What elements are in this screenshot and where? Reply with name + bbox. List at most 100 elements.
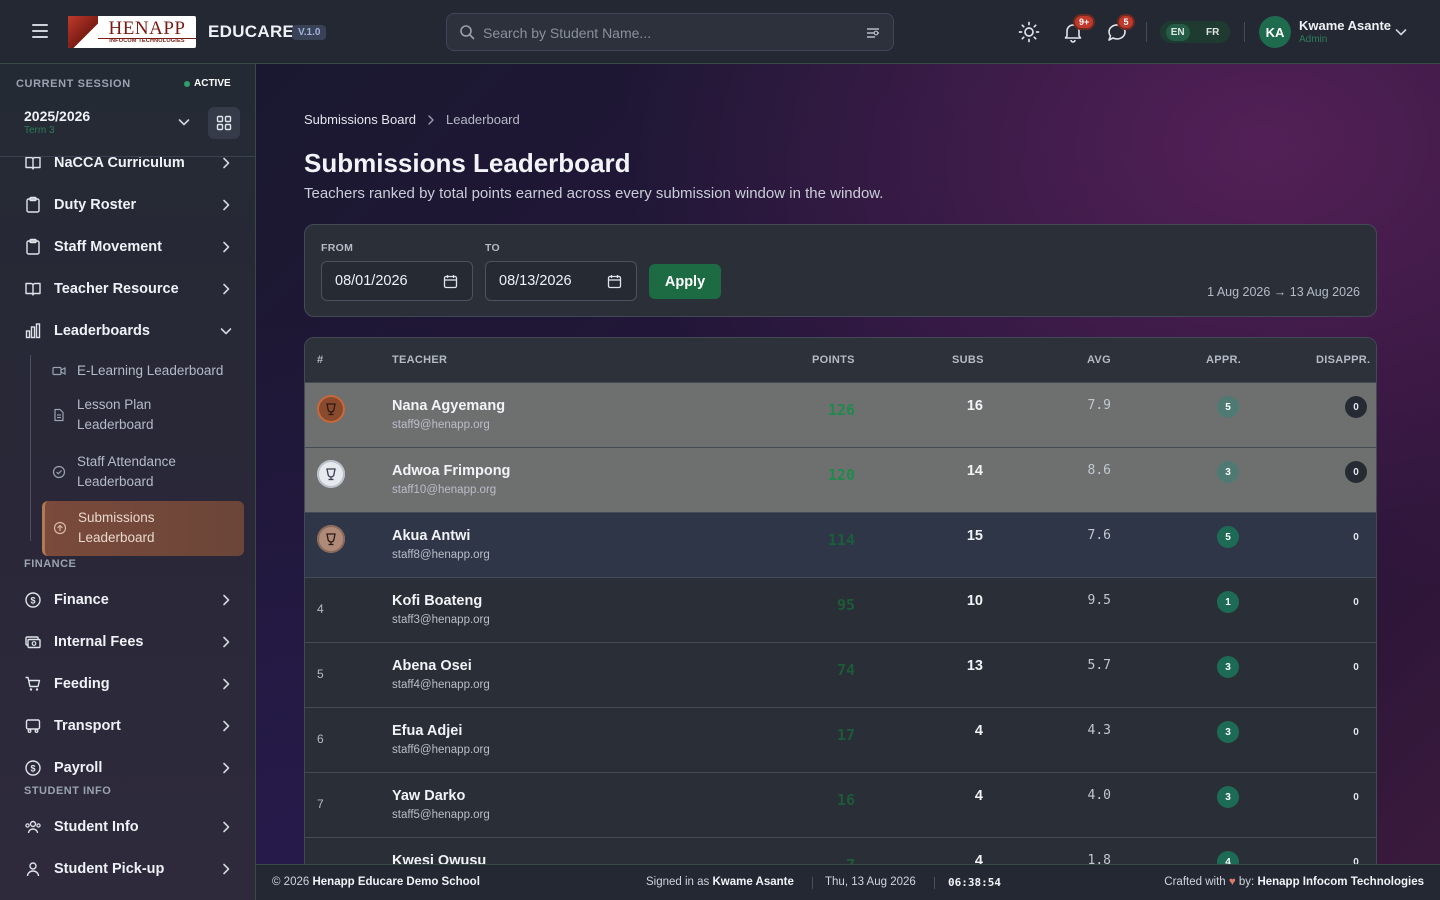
sidebar-subitem-elearning-leaderboard[interactable]: E-Learning Leaderboard — [42, 357, 244, 385]
points-value: 114 — [827, 531, 855, 549]
teacher-email: staff10@henapp.org — [392, 484, 497, 496]
approved-count-badge: 5 — [1217, 396, 1239, 418]
sidebar-item-transport[interactable]: Transport — [8, 706, 248, 746]
upload-icon — [53, 521, 67, 535]
table-row[interactable]: 5 Abena Osei staff4@henapp.org 74 13 5.7 3 0 — [305, 643, 1376, 708]
clipboard-icon — [26, 196, 40, 213]
calendar-icon[interactable] — [443, 274, 458, 289]
notifications-button[interactable]: 9+ — [1061, 14, 1096, 44]
logo-mark — [68, 16, 98, 48]
search-icon — [460, 25, 475, 40]
teacher-name[interactable]: Yaw Darko — [392, 788, 465, 804]
table-row[interactable]: 6 Efua Adjei staff6@henapp.org 17 4 4.3 3 0 — [305, 708, 1376, 773]
disapproved-count-badge: 0 — [1353, 531, 1359, 543]
messages-badge: 5 — [1117, 14, 1135, 30]
page-subtitle: Teachers ranked by total points earned a… — [304, 185, 884, 202]
submenu-rail — [30, 355, 31, 541]
sidebar-subitem-staff-attendance-leaderboard[interactable]: Staff Attendance Leaderboard — [42, 450, 244, 494]
column-header-disapproved[interactable]: DISAPPR. — [1316, 354, 1370, 366]
table-row[interactable]: 7 Yaw Darko staff5@henapp.org 16 4 4.0 3 0 — [305, 773, 1376, 838]
lang-en-button[interactable]: EN — [1165, 23, 1190, 41]
user-name[interactable]: Kwame Asante — [1299, 18, 1391, 33]
app-brand: EDUCARE — [208, 22, 295, 41]
session-select[interactable]: 2025/2026 Term 3 — [16, 100, 198, 144]
sidebar-item-leaderboards[interactable]: Leaderboards — [8, 311, 248, 351]
from-date-field[interactable]: 08/01/2026 — [321, 261, 473, 301]
session-year: 2025/2026 — [24, 108, 91, 124]
messages-button[interactable]: 5 — [1105, 14, 1135, 44]
logo: HENAPP INFOCOM TECHNOLOGIES — [68, 16, 196, 48]
sidebar-nav[interactable]: NaCCA Curriculum Duty Roster Staff Movem… — [0, 157, 255, 900]
sidebar-item-staff-movement[interactable]: Staff Movement — [8, 227, 248, 267]
dollar-circle-icon: $ — [25, 592, 41, 608]
search-input[interactable] — [483, 22, 843, 44]
apps-grid-button[interactable] — [208, 107, 240, 139]
table-row[interactable]: 8Kwesi Owusu741.840 — [305, 838, 1376, 864]
notifications-badge: 9+ — [1073, 14, 1096, 30]
table-row[interactable]: Akua Antwi staff8@henapp.org 114 15 7.6 5 0 — [305, 513, 1376, 578]
sidebar-item-internal-fees[interactable]: Internal Fees — [8, 622, 248, 662]
teacher-email: staff6@henapp.org — [392, 744, 490, 756]
document-icon — [54, 408, 64, 422]
to-date-field[interactable]: 08/13/2026 — [485, 261, 637, 301]
disapproved-count-badge: 0 — [1353, 596, 1359, 608]
rank-number: 7 — [317, 797, 324, 811]
sidebar-item-duty-roster[interactable]: Duty Roster — [8, 185, 248, 225]
credit-company[interactable]: Henapp Infocom Technologies — [1257, 876, 1424, 888]
teacher-name[interactable]: Kofi Boateng — [392, 593, 482, 609]
teacher-name[interactable]: Akua Antwi — [392, 528, 470, 544]
subs-value: 15 — [966, 528, 983, 544]
sun-icon[interactable] — [1017, 20, 1041, 44]
sidebar-item-student-pickup[interactable]: Student Pick-up — [8, 849, 248, 889]
teacher-name[interactable]: Nana Agyemang — [392, 398, 505, 414]
sidebar-item-finance[interactable]: $ Finance — [8, 580, 248, 620]
teacher-name[interactable]: Abena Osei — [392, 658, 472, 674]
teacher-email: staff8@henapp.org — [392, 549, 490, 561]
chevron-right-icon — [223, 636, 230, 648]
column-header-approved[interactable]: APPR. — [1206, 354, 1241, 366]
sidebar-subitem-lesson-plan-leaderboard[interactable]: Lesson Plan Leaderboard — [42, 393, 244, 437]
section-label-student-info: STUDENT INFO — [24, 785, 112, 797]
session-label: CURRENT SESSION — [16, 78, 131, 90]
column-header-points[interactable]: POINTS — [812, 354, 855, 366]
grid-icon — [216, 115, 232, 131]
sidebar-item-student-info[interactable]: Student Info — [8, 807, 248, 847]
calendar-icon[interactable] — [607, 274, 622, 289]
bus-icon — [25, 719, 41, 733]
video-icon — [52, 366, 66, 376]
table-row[interactable]: 4 Kofi Boateng staff3@henapp.org 95 10 9.5 1 0 — [305, 578, 1376, 643]
avg-value: 9.5 — [1087, 593, 1111, 608]
sidebar-item-feeding[interactable]: Feeding — [8, 664, 248, 704]
table-row[interactable]: Nana Agyemang staff9@henapp.org 126 16 7.9 5 0 — [305, 383, 1376, 448]
column-header-teacher[interactable]: TEACHER — [392, 354, 447, 366]
sidebar-item-nacca-curriculum[interactable]: NaCCA Curriculum — [8, 157, 248, 183]
sidebar-item-teacher-resource[interactable]: Teacher Resource — [8, 269, 248, 309]
apply-button[interactable]: Apply — [649, 264, 721, 299]
cart-icon — [25, 676, 41, 691]
breadcrumb-link[interactable]: Submissions Board — [304, 112, 416, 127]
section-label-finance: FINANCE — [24, 558, 77, 570]
column-header-avg[interactable]: AVG — [1087, 354, 1111, 366]
teacher-email: staff9@henapp.org — [392, 419, 490, 431]
menu-icon[interactable] — [28, 20, 52, 44]
sidebar-item-label: Finance — [54, 592, 109, 608]
teacher-name[interactable]: Efua Adjei — [392, 723, 462, 739]
sidebar-item-payroll[interactable]: $ Payroll — [8, 748, 248, 788]
chevron-right-icon — [223, 863, 230, 875]
column-header-rank[interactable]: # — [317, 354, 323, 366]
avg-value: 1.8 — [1087, 853, 1111, 864]
medal-icon — [317, 525, 345, 553]
lang-fr-button[interactable]: FR — [1201, 24, 1224, 41]
sidebar-subitem-submissions-leaderboard[interactable]: Submissions Leaderboard — [42, 501, 244, 556]
chevron-down-icon[interactable] — [1393, 24, 1409, 40]
user-icon — [26, 862, 40, 877]
chevron-right-icon — [223, 241, 230, 253]
avatar[interactable]: KA — [1259, 16, 1291, 48]
logo-sub-text: INFOCOM TECHNOLOGIES — [109, 38, 185, 45]
teacher-name[interactable]: Kwesi Owusu — [392, 853, 486, 864]
filter-icon[interactable] — [865, 25, 881, 41]
column-header-subs[interactable]: SUBS — [952, 354, 984, 366]
table-row[interactable]: Adwoa Frimpong staff10@henapp.org 120 14 8.6… — [305, 448, 1376, 513]
teacher-name[interactable]: Adwoa Frimpong — [392, 463, 510, 479]
cash-icon — [25, 636, 41, 649]
